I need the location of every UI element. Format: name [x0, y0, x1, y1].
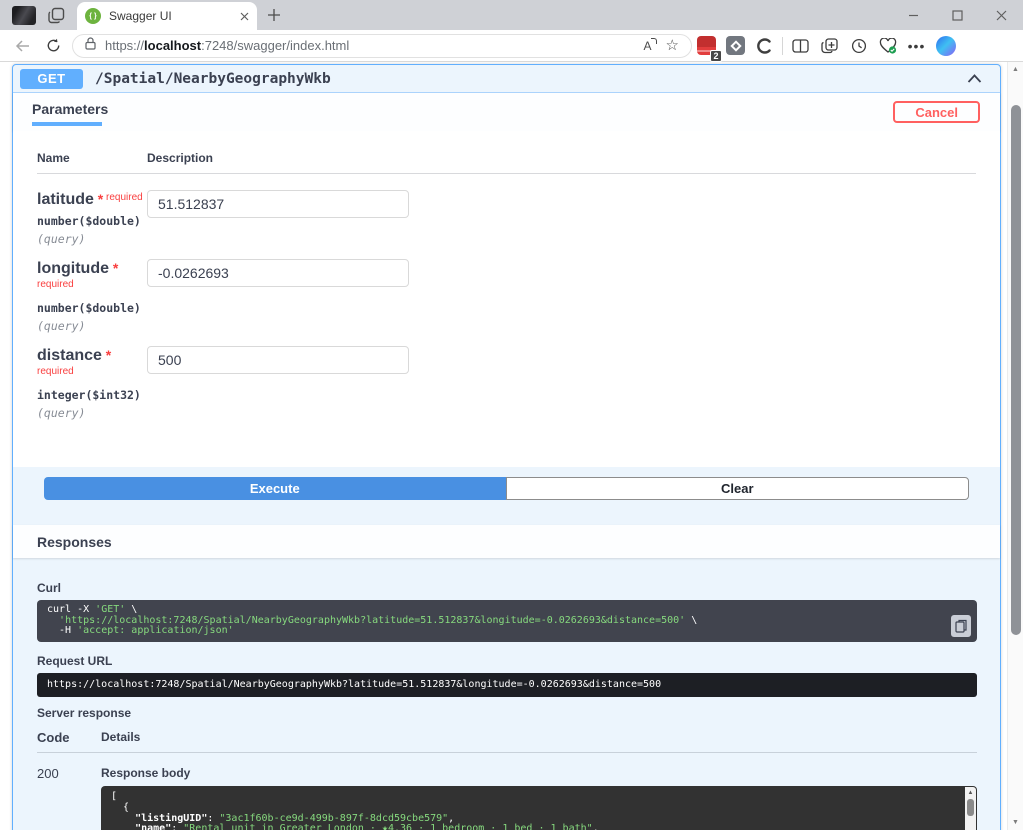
parameter-type: number($double) — [37, 301, 147, 315]
required-star: * — [109, 260, 118, 276]
column-code: Code — [37, 730, 101, 745]
parameter-row: distance * required integer($int32) (query… — [37, 346, 976, 420]
extension-gray-icon[interactable] — [721, 32, 750, 60]
parameter-location: (query) — [37, 406, 147, 420]
parameter-type: number($double) — [37, 214, 147, 228]
parameter-location: (query) — [37, 319, 147, 333]
response-column-headers: Code Details — [37, 730, 977, 753]
response-body-label: Response body — [101, 766, 977, 780]
history-icon[interactable] — [844, 32, 873, 60]
collapse-chevron-icon[interactable] — [967, 70, 982, 88]
response-body-code: [ { "listingUID": "3ac1f60b-ce9d-499b-89… — [111, 792, 953, 830]
collections-icon[interactable] — [815, 32, 844, 60]
request-url-label: Request URL — [37, 654, 977, 668]
extension-c-icon[interactable] — [750, 32, 779, 60]
scroll-up-icon[interactable]: ▲ — [965, 789, 976, 797]
copy-to-clipboard-icon[interactable] — [951, 615, 971, 637]
favorite-star-icon[interactable]: ☆ — [666, 38, 679, 53]
execute-wrapper: Execute Clear — [13, 467, 1000, 525]
parameter-row: latitude * required number($double) (query… — [37, 190, 976, 246]
curl-label: Curl — [37, 581, 977, 595]
param-latitude-input[interactable] — [147, 190, 409, 218]
parameter-name: latitude — [37, 191, 94, 208]
tab-title: Swagger UI — [109, 9, 240, 23]
required-label: required — [103, 192, 142, 203]
required-label: required — [37, 366, 74, 377]
settings-more-icon[interactable]: ••• — [902, 32, 931, 60]
response-scroll-thumb[interactable] — [967, 799, 974, 816]
lock-icon[interactable] — [85, 37, 96, 55]
parameter-row: longitude * required number($double) (quer… — [37, 259, 976, 333]
address-bar[interactable]: https://localhost:7248/swagger/index.htm… — [72, 34, 692, 58]
close-button[interactable] — [979, 0, 1023, 30]
scrollbar-up-icon[interactable]: ▲ — [1008, 66, 1023, 73]
split-screen-icon[interactable] — [786, 32, 815, 60]
operation-summary[interactable]: GET /Spatial/NearbyGeographyWkb — [13, 65, 1000, 93]
scrollbar-down-icon[interactable]: ▼ — [1008, 819, 1023, 826]
parameter-location: (query) — [37, 232, 147, 246]
parameters-column-headers: Name Description — [37, 151, 976, 174]
column-name: Name — [37, 151, 147, 165]
opblock-get: GET /Spatial/NearbyGeographyWkb Paramete… — [12, 64, 1001, 830]
status-code: 200 — [37, 766, 101, 830]
parameter-type: integer($int32) — [37, 388, 147, 402]
curl-block: curl -X 'GET' \ 'https://localhost:7248/… — [37, 600, 977, 642]
code-line: [ — [111, 792, 953, 803]
response-vertical-scrollbar[interactable]: ▲ — [965, 787, 976, 830]
required-label: required — [37, 279, 74, 290]
responses-header: Responses — [13, 525, 1000, 558]
tab-actions-icon[interactable] — [48, 7, 65, 24]
param-distance-input[interactable] — [147, 346, 409, 374]
code-line: -H 'accept: application/json' — [47, 626, 941, 637]
tab-strip: Swagger UI — [0, 0, 1023, 30]
url-text[interactable]: https://localhost:7248/swagger/index.htm… — [105, 38, 644, 53]
server-response-label: Server response — [37, 706, 977, 720]
parameter-name: distance — [37, 347, 102, 364]
browser-tab[interactable]: Swagger UI — [77, 2, 257, 30]
profile-avatar-icon[interactable] — [12, 6, 36, 25]
page-scroll-thumb[interactable] — [1011, 105, 1021, 635]
tab-close-icon[interactable] — [240, 12, 249, 21]
copilot-icon[interactable] — [931, 32, 960, 60]
browser-essentials-icon[interactable] — [873, 32, 902, 60]
refresh-icon[interactable] — [38, 32, 68, 60]
swagger-favicon-icon — [85, 8, 101, 24]
required-star: * — [102, 347, 111, 363]
response-row: 200 Response body [ { "listingUID": "3ac… — [37, 766, 977, 830]
new-tab-button[interactable] — [267, 8, 281, 22]
extension-red-icon[interactable]: 2 — [692, 32, 721, 60]
minimize-button[interactable] — [891, 0, 935, 30]
toolbar-divider — [782, 37, 783, 55]
maximize-button[interactable] — [935, 0, 979, 30]
tab-parameters[interactable]: Parameters — [32, 101, 108, 117]
param-longitude-input[interactable] — [147, 259, 409, 287]
back-icon[interactable] — [8, 32, 38, 60]
request-url-value: https://localhost:7248/Spatial/NearbyGeo… — [47, 680, 967, 691]
responses-inner: Curl curl -X 'GET' \ 'https://localhost:… — [13, 558, 1000, 830]
required-star: * — [94, 191, 103, 207]
responses-title: Responses — [37, 534, 112, 550]
parameter-name: longitude — [37, 260, 109, 277]
request-url-block: https://localhost:7248/Spatial/NearbyGeo… — [37, 673, 977, 698]
method-badge: GET — [20, 69, 83, 89]
response-body-block: [ { "listingUID": "3ac1f60b-ce9d-499b-89… — [101, 786, 977, 830]
swagger-page: GET /Spatial/NearbyGeographyWkb Paramete… — [0, 62, 1023, 830]
column-description: Description — [147, 151, 213, 165]
read-aloud-icon[interactable]: A — [644, 39, 652, 53]
browser-toolbar: https://localhost:7248/swagger/index.htm… — [0, 30, 1023, 62]
curl-code: curl -X 'GET' \ 'https://localhost:7248/… — [47, 605, 941, 637]
parameters-header: Parameters Cancel — [13, 93, 1000, 131]
browser-window: Swagger UI — [0, 0, 1023, 830]
code-line: "name": "Rental unit in Greater London ·… — [111, 824, 953, 830]
clear-button[interactable]: Clear — [506, 477, 970, 500]
page-scrollbar[interactable]: ▲ ▼ — [1007, 62, 1023, 830]
execute-button[interactable]: Execute — [44, 477, 506, 500]
parameter-rows: latitude * required number($double) (query… — [37, 190, 976, 420]
parameters-table: Name Description latitude * required numb… — [13, 131, 1000, 467]
cancel-button[interactable]: Cancel — [893, 101, 980, 123]
endpoint-path: /Spatial/NearbyGeographyWkb — [95, 71, 967, 87]
column-details: Details — [101, 730, 140, 745]
